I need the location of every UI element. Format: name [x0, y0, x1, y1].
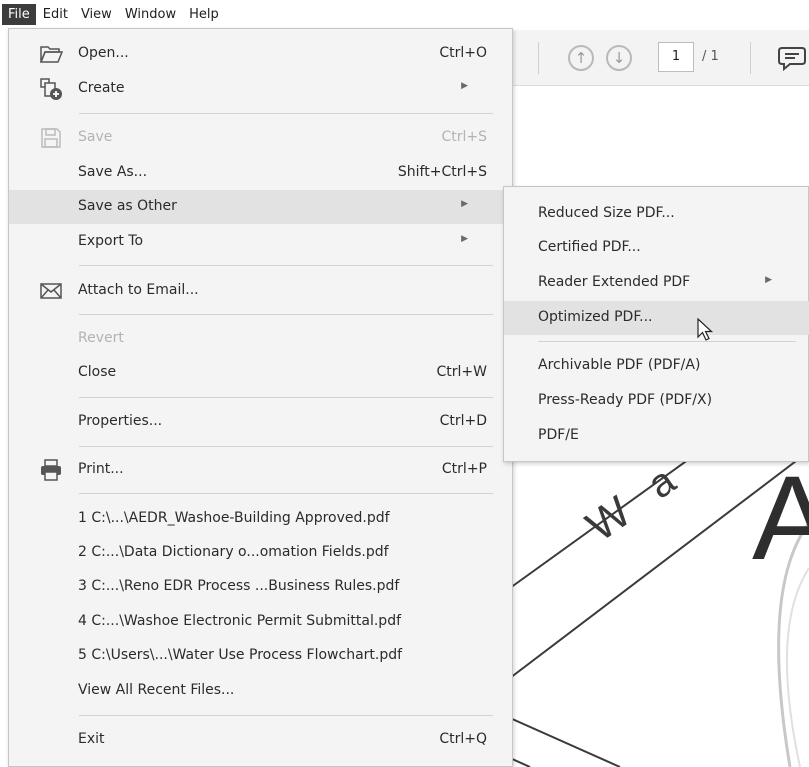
submenu-arrow-icon: ▶ — [461, 81, 468, 91]
document-toolbar: ↑ ↓ 1 / 1 — [510, 30, 809, 86]
press-ready-pdf-label: Press-Ready PDF (PDF/X) — [538, 392, 713, 408]
menu-separator — [79, 397, 493, 398]
reduced-size-pdf-label: Reduced Size PDF... — [538, 205, 675, 221]
view-all-recent-label: View All Recent Files... — [78, 682, 235, 698]
menu-item-view-all-recent[interactable]: View All Recent Files... — [9, 674, 512, 708]
svg-text:W: W — [578, 487, 641, 551]
svg-text:a: a — [640, 458, 684, 507]
recent-file-label: 4 C:...\Washoe Electronic Permit Submitt… — [78, 613, 402, 629]
menu-window[interactable]: Window — [119, 4, 182, 25]
optimized-pdf-label: Optimized PDF... — [538, 309, 653, 325]
menu-separator — [79, 446, 493, 447]
menu-file[interactable]: File — [2, 3, 36, 25]
recent-file-item[interactable]: 4 C:...\Washoe Electronic Permit Submitt… — [9, 605, 512, 639]
save-as-other-label: Save as Other — [78, 198, 177, 214]
toolbar-separator — [750, 42, 751, 74]
save-label: Save — [78, 129, 113, 145]
print-shortcut: Ctrl+P — [441, 461, 487, 477]
menu-separator — [79, 314, 493, 315]
submenu-item-optimized-pdf[interactable]: Optimized PDF... — [504, 301, 809, 335]
menu-item-attach-to-email[interactable]: Attach to Email... — [9, 274, 512, 308]
file-menu: Open... Ctrl+O Create ▶ Save Ctrl+S Save… — [8, 28, 513, 767]
recent-file-item[interactable]: 5 C:\Users\...\Water Use Process Flowcha… — [9, 639, 512, 673]
certified-pdf-label: Certified PDF... — [538, 239, 641, 255]
recent-file-label: 1 C:\...\AEDR_Washoe-Building Approved.p… — [78, 510, 390, 526]
submenu-arrow-icon: ▶ — [461, 199, 468, 209]
submenu-arrow-icon: ▶ — [765, 275, 772, 285]
menu-help[interactable]: Help — [183, 4, 225, 25]
menu-item-create[interactable]: Create ▶ — [9, 72, 512, 106]
menu-item-properties[interactable]: Properties... Ctrl+D — [9, 405, 512, 439]
menu-separator — [538, 341, 796, 342]
recent-file-label: 3 C:...\Reno EDR Process ...Business Rul… — [78, 578, 400, 594]
save-as-shortcut: Shift+Ctrl+S — [397, 164, 487, 180]
menu-item-exit[interactable]: Exit Ctrl+Q — [9, 723, 512, 757]
recent-file-item[interactable]: 3 C:...\Reno EDR Process ...Business Rul… — [9, 570, 512, 604]
properties-shortcut: Ctrl+D — [439, 413, 487, 429]
menu-separator — [79, 493, 493, 494]
menu-item-open[interactable]: Open... Ctrl+O — [9, 37, 512, 71]
recent-file-item[interactable]: 2 C:...\Data Dictionary o...omation Fiel… — [9, 536, 512, 570]
create-document-icon — [40, 78, 62, 100]
exit-label: Exit — [78, 731, 105, 747]
properties-label: Properties... — [78, 413, 163, 429]
save-shortcut: Ctrl+S — [441, 129, 487, 145]
envelope-icon — [40, 283, 62, 299]
reader-extended-pdf-label: Reader Extended PDF — [538, 274, 691, 290]
archivable-pdf-label: Archivable PDF (PDF/A) — [538, 357, 701, 373]
menu-item-save-as[interactable]: Save As... Shift+Ctrl+S — [9, 156, 512, 190]
recent-file-label: 5 C:\Users\...\Water Use Process Flowcha… — [78, 647, 403, 663]
menu-item-print[interactable]: Print... Ctrl+P — [9, 453, 512, 487]
submenu-item-pdf-e[interactable]: PDF/E — [504, 419, 809, 453]
pdf-e-label: PDF/E — [538, 427, 579, 443]
close-label: Close — [78, 364, 117, 380]
create-label: Create — [78, 80, 125, 96]
menu-view[interactable]: View — [75, 4, 118, 25]
close-shortcut: Ctrl+W — [436, 364, 487, 380]
page-total-label: / 1 — [702, 49, 719, 64]
menu-item-revert[interactable]: Revert — [9, 322, 512, 356]
exit-shortcut: Ctrl+Q — [439, 731, 487, 747]
floppy-disk-icon — [41, 128, 61, 148]
attach-to-email-label: Attach to Email... — [78, 282, 199, 298]
toolbar-separator — [538, 42, 539, 74]
comment-icon[interactable] — [778, 44, 808, 72]
recent-file-label: 2 C:...\Data Dictionary o...omation Fiel… — [78, 544, 389, 560]
print-label: Print... — [78, 461, 124, 477]
menu-item-save-as-other[interactable]: Save as Other ▶ — [9, 190, 512, 224]
mouse-pointer-icon — [697, 318, 714, 341]
previous-page-icon[interactable]: ↑ — [568, 45, 594, 71]
revert-label: Revert — [78, 330, 124, 346]
page-number-input[interactable]: 1 — [658, 42, 694, 72]
save-as-other-submenu: Reduced Size PDF... Certified PDF... Rea… — [503, 186, 809, 462]
submenu-item-press-ready-pdf[interactable]: Press-Ready PDF (PDF/X) — [504, 384, 809, 418]
recent-file-item[interactable]: 1 C:\...\AEDR_Washoe-Building Approved.p… — [9, 502, 512, 536]
submenu-item-archivable-pdf[interactable]: Archivable PDF (PDF/A) — [504, 349, 809, 383]
submenu-item-reader-extended-pdf[interactable]: Reader Extended PDF ▶ — [504, 266, 809, 300]
menu-bar: File Edit View Window Help — [0, 0, 809, 28]
menu-item-close[interactable]: Close Ctrl+W — [9, 356, 512, 390]
menu-separator — [79, 113, 493, 114]
next-page-icon[interactable]: ↓ — [606, 45, 632, 71]
open-shortcut: Ctrl+O — [439, 45, 487, 61]
submenu-arrow-icon: ▶ — [461, 234, 468, 244]
export-to-label: Export To — [78, 233, 144, 249]
submenu-item-certified-pdf[interactable]: Certified PDF... — [504, 231, 809, 265]
menu-item-save[interactable]: Save Ctrl+S — [9, 121, 512, 155]
menu-edit[interactable]: Edit — [37, 4, 74, 25]
menu-separator — [79, 265, 493, 266]
printer-icon — [41, 459, 61, 481]
folder-open-icon — [39, 46, 63, 63]
document-large-letter: A — [752, 451, 809, 585]
submenu-item-reduced-size-pdf[interactable]: Reduced Size PDF... — [504, 197, 809, 231]
menu-separator — [79, 715, 493, 716]
save-as-label: Save As... — [78, 164, 148, 180]
menu-item-export-to[interactable]: Export To ▶ — [9, 225, 512, 259]
open-label: Open... — [78, 45, 129, 61]
